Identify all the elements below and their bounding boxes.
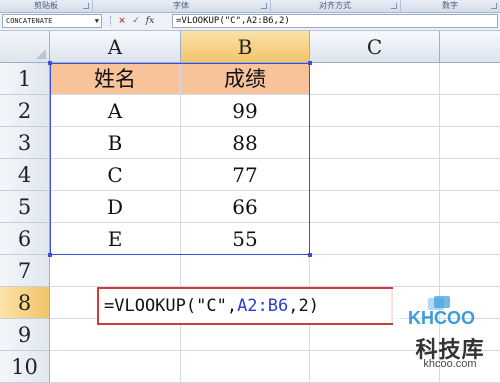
cell-b2[interactable]: 99 [181, 95, 310, 127]
cell-d7[interactable] [440, 255, 500, 287]
ribbon-group-font[interactable]: 字体 [92, 0, 271, 12]
ribbon-group-number[interactable]: 数字 [400, 0, 500, 12]
row-header-9[interactable]: 9 [0, 319, 50, 351]
cell-a6[interactable]: E [50, 223, 181, 255]
name-box-value: CONCATENATE [6, 17, 53, 25]
cancel-icon[interactable]: × [117, 16, 127, 26]
formula-edit-cell[interactable]: =VLOOKUP("C",A2:B6,2) [97, 287, 393, 325]
cell-b3[interactable]: 88 [181, 127, 310, 159]
dialog-launcher-icon[interactable] [83, 3, 89, 9]
cell-b10[interactable] [181, 351, 310, 383]
cell-a4[interactable]: C [50, 159, 181, 191]
row-header-8[interactable]: 8 [0, 287, 50, 319]
cell-a10[interactable] [50, 351, 181, 383]
range-corner-handle[interactable] [48, 253, 52, 257]
range-corner-handle[interactable] [308, 253, 312, 257]
formula-prefix: =VLOOKUP("C", [104, 296, 238, 316]
row-header-7[interactable]: 7 [0, 255, 50, 287]
cell-c4[interactable] [310, 159, 440, 191]
enter-check-icon[interactable]: ✓ [131, 16, 141, 26]
cell-b1[interactable]: 成绩 [181, 63, 310, 95]
cell-d5[interactable] [440, 191, 500, 223]
cell-a5[interactable]: D [50, 191, 181, 223]
insert-function-icon[interactable]: fx [145, 16, 155, 26]
row-header-6[interactable]: 6 [0, 223, 50, 255]
cell-a1[interactable]: 姓名 [50, 63, 181, 95]
cell-b6[interactable]: 55 [181, 223, 310, 255]
cell-c3[interactable] [310, 127, 440, 159]
cell-d10[interactable] [440, 351, 500, 383]
formula-input[interactable]: =VLOOKUP("C",A2:B6,2) [172, 14, 498, 28]
column-header-a[interactable]: A [50, 31, 181, 63]
cell-a7[interactable] [50, 255, 181, 287]
formula-buttons: × ✓ fx [110, 14, 170, 28]
cell-d6[interactable] [440, 223, 500, 255]
formula-suffix: ,2) [288, 296, 319, 316]
select-all-corner[interactable] [0, 31, 50, 63]
cell-c1[interactable] [310, 63, 440, 95]
cell-c7[interactable] [310, 255, 440, 287]
cell-d2[interactable] [440, 95, 500, 127]
ribbon-group-label: 剪贴板 [34, 1, 58, 10]
ribbon-group-clipboard[interactable]: 剪贴板 [0, 0, 93, 12]
chevron-down-icon[interactable]: ▼ [95, 15, 99, 27]
cell-c6[interactable] [310, 223, 440, 255]
worksheet-grid: A B C 1 2 3 4 5 6 7 8 9 10 姓名 成绩 A 99 B … [0, 31, 500, 383]
formula-overflow-fade [390, 289, 410, 323]
column-header-c[interactable]: C [310, 31, 440, 63]
name-box[interactable]: CONCATENATE ▼ [2, 14, 102, 28]
cell-c5[interactable] [310, 191, 440, 223]
cell-b7[interactable] [181, 255, 310, 287]
range-corner-handle[interactable] [48, 61, 52, 65]
row-header-2[interactable]: 2 [0, 95, 50, 127]
ribbon-group-label: 对齐方式 [319, 1, 351, 10]
cell-d4[interactable] [440, 159, 500, 191]
dialog-launcher-icon[interactable] [261, 3, 267, 9]
cell-d1[interactable] [440, 63, 500, 95]
formula-range-ref: A2:B6 [237, 296, 289, 316]
cell-a2[interactable]: A [50, 95, 181, 127]
cell-d8[interactable] [440, 287, 500, 319]
range-corner-handle[interactable] [308, 61, 312, 65]
ribbon-strip: 剪贴板 字体 对齐方式 数字 [0, 0, 500, 13]
row-header-4[interactable]: 4 [0, 159, 50, 191]
cell-a3[interactable]: B [50, 127, 181, 159]
cell-c2[interactable] [310, 95, 440, 127]
column-header-d[interactable] [440, 31, 500, 63]
row-header-1[interactable]: 1 [0, 63, 50, 95]
cell-b4[interactable]: 77 [181, 159, 310, 191]
cell-d9[interactable] [440, 319, 500, 351]
cell-c10[interactable] [310, 351, 440, 383]
row-header-3[interactable]: 3 [0, 127, 50, 159]
dialog-launcher-icon[interactable] [391, 3, 397, 9]
ribbon-group-alignment[interactable]: 对齐方式 [270, 0, 401, 12]
row-header-5[interactable]: 5 [0, 191, 50, 223]
cell-b5[interactable]: 66 [181, 191, 310, 223]
row-header-10[interactable]: 10 [0, 351, 50, 383]
ribbon-group-label: 字体 [173, 1, 189, 10]
separator-grip [110, 16, 113, 26]
column-header-b[interactable]: B [181, 31, 310, 63]
formula-bar: CONCATENATE ▼ × ✓ fx =VLOOKUP("C",A2:B6,… [0, 13, 500, 31]
cell-d3[interactable] [440, 127, 500, 159]
ribbon-group-label: 数字 [442, 1, 458, 10]
dialog-launcher-icon[interactable] [491, 3, 497, 9]
